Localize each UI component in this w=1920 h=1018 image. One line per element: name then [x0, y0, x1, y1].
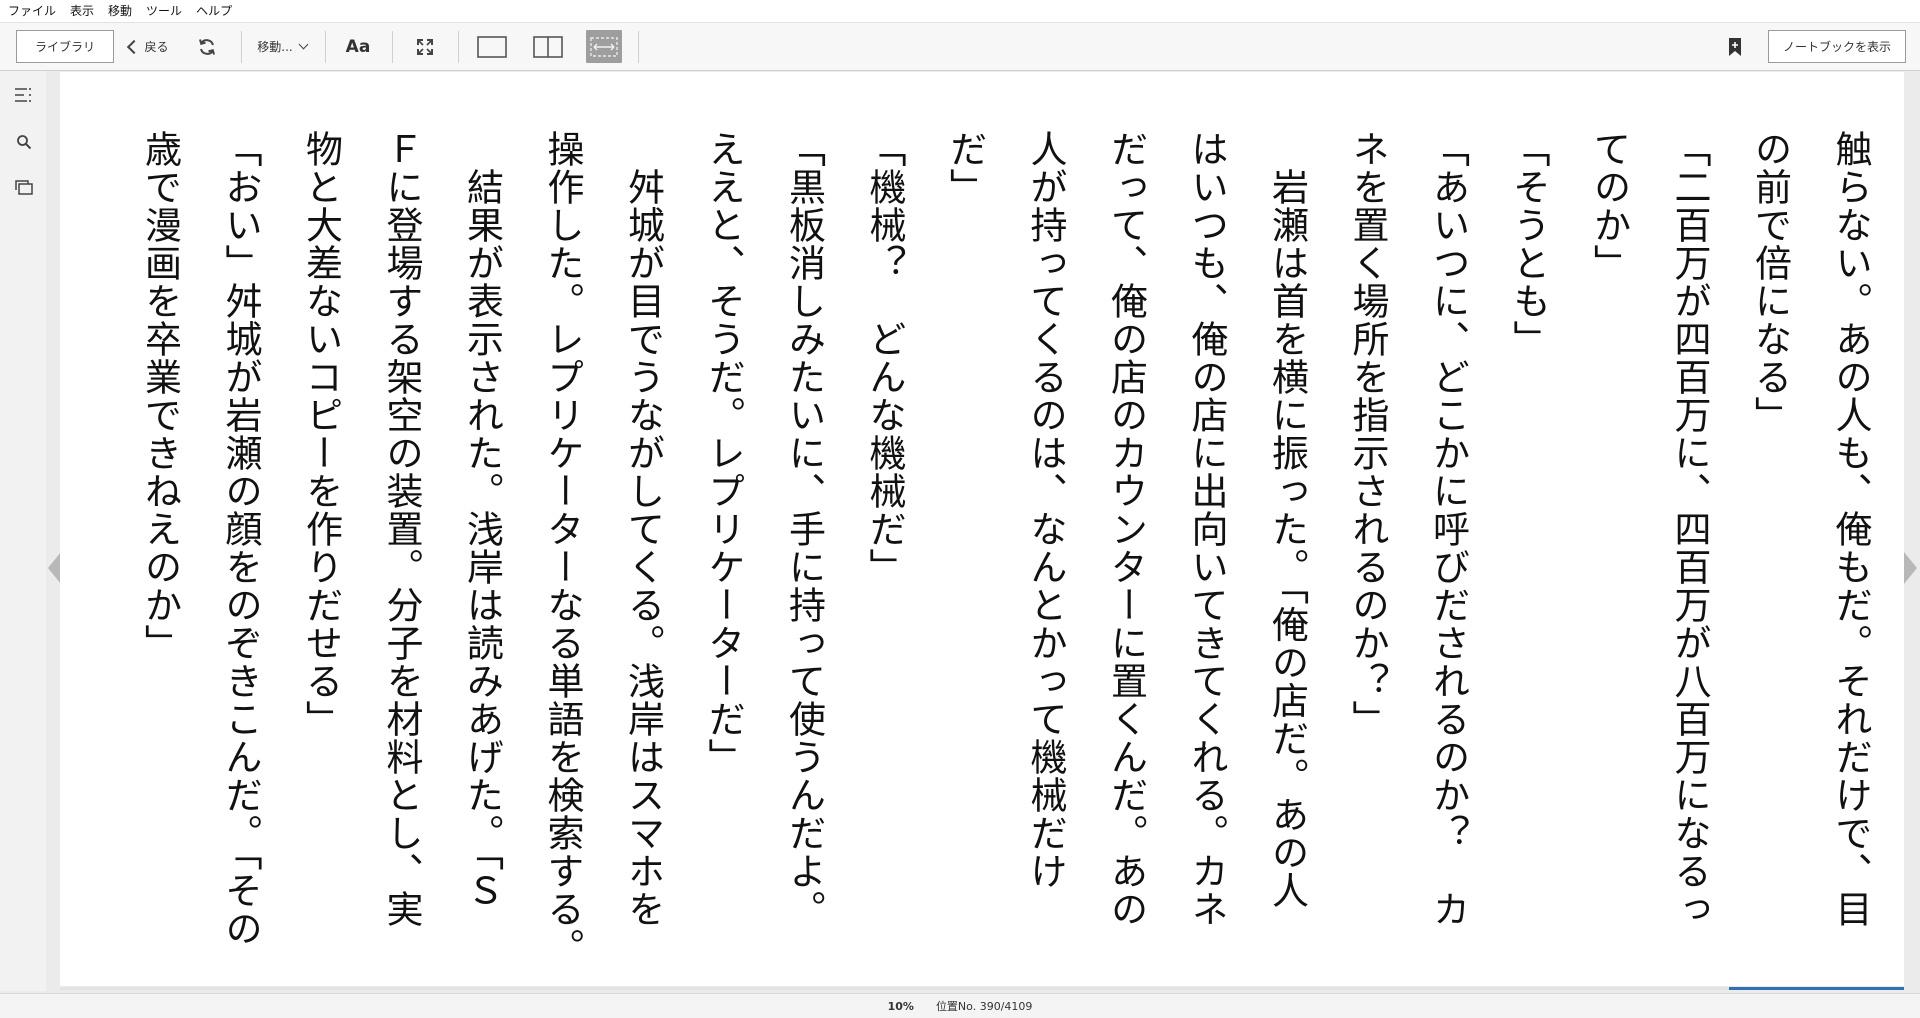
fit-width-icon [590, 36, 618, 57]
back-button[interactable]: 戻る [127, 23, 170, 70]
text-column: 「二百万が四百万に、四百万が八百万になるっ [1668, 130, 1711, 928]
location-indicator: 位置No. 390/4109 [935, 1000, 1033, 1013]
goto-menu-button[interactable]: 移動... [252, 23, 312, 70]
table-of-contents-icon [15, 88, 31, 102]
toolbar-divider [325, 31, 326, 63]
menu-bar: ファイル 表示 移動 ツール ヘルプ [0, 0, 1920, 23]
menu-view[interactable]: 表示 [63, 0, 101, 22]
single-page-view-button[interactable] [476, 23, 508, 70]
status-bar: 10% 位置No. 390/4109 [0, 993, 1920, 1018]
menu-tools[interactable]: ツール [139, 0, 189, 22]
toolbar: ライブラリ 戻る 移動... Aa ノートブックを表示 [0, 23, 1920, 71]
text-column: の前で倍になる」 [1748, 130, 1792, 434]
reading-page: 触らない。あの人も、俺もだ。それだけで、目 の前で倍になる」 「二百万が四百万に、四… [60, 72, 1904, 986]
font-settings-button[interactable]: Aa [340, 23, 376, 70]
text-column: 舛城が目でうながしてくる。浅岸はスマホを [621, 130, 665, 928]
text-column: 歳で漫画を卒業できねえのか」 [138, 130, 182, 662]
text-column: 「そうとも」 [1507, 130, 1550, 358]
text-column: だ」 [943, 130, 987, 206]
bookmark-add-icon [1729, 37, 1741, 56]
text-column: 結果が表示された。浅岸は読みあげた。「Ｓ [460, 130, 504, 910]
left-sidebar [0, 71, 46, 991]
text-column: 「黒板消しみたいに、手に持って使うんだよ。 [782, 130, 826, 928]
flashcards-button[interactable] [11, 175, 37, 199]
reading-progress-bar[interactable] [60, 987, 1904, 990]
text-column: Ｆに登場する架空の装置。分子を材料とし、実 [380, 130, 423, 928]
text-column: 操作した。レプリケーターなる単語を検索する。 [541, 130, 584, 960]
search-button[interactable] [11, 130, 37, 154]
text-column: 岩瀬は首を横に振った。「俺の店だ。あの人 [1265, 130, 1309, 910]
table-of-contents-button[interactable] [11, 83, 37, 107]
text-column: 触らない。あの人も、俺もだ。それだけで、目 [1829, 130, 1872, 928]
back-label: 戻る [144, 40, 169, 54]
menu-go[interactable]: 移動 [101, 0, 139, 22]
menu-help[interactable]: ヘルプ [189, 0, 239, 22]
toolbar-divider [392, 31, 393, 63]
text-column: はいつも、俺の店に出向いてきてくれる。カネ [1185, 130, 1228, 928]
text-column: てのか」 [1587, 130, 1631, 282]
fullscreen-icon [417, 38, 433, 55]
fullscreen-button[interactable] [411, 23, 439, 70]
text-column: だって、俺の店のカウンターに置くんだ。あの [1104, 130, 1148, 928]
toolbar-divider [458, 31, 459, 63]
reading-progress-fill [1728, 987, 1904, 990]
text-column: ええと、そうだ。レプリケーターだ」 [702, 130, 745, 776]
show-notebook-button[interactable]: ノートブックを表示 [1768, 30, 1906, 63]
two-page-icon [533, 35, 563, 58]
fit-width-view-button[interactable] [586, 30, 622, 63]
search-icon [17, 135, 32, 150]
toolbar-divider [638, 31, 639, 63]
text-column: 人が持ってくるのは、なんとかって機械だけ [1024, 130, 1067, 890]
chevron-down-icon [298, 39, 309, 50]
text-column: ネを置く場所を指示されるのか？」 [1346, 130, 1389, 738]
progress-percent: 10% [887, 999, 914, 1013]
cards-icon [15, 180, 33, 195]
text-column: 「おい」舛城が岩瀬の顔をのぞきこんだ。「その [219, 130, 262, 948]
sync-icon [199, 38, 215, 55]
toolbar-divider [241, 31, 242, 63]
next-page-arrow-icon[interactable] [1904, 552, 1917, 584]
chevron-left-icon [127, 39, 142, 54]
text-column: 物と大差ないコピーを作りだせる」 [299, 130, 343, 738]
sync-button[interactable] [194, 23, 220, 70]
bookmark-button[interactable] [1722, 23, 1748, 70]
two-page-view-button[interactable] [532, 23, 564, 70]
single-page-icon [477, 35, 507, 58]
library-button[interactable]: ライブラリ [16, 30, 114, 63]
menu-file[interactable]: ファイル [0, 0, 63, 22]
text-column: 「機械？ どんな機械だ」 [863, 130, 906, 586]
goto-label: 移動... [257, 40, 293, 54]
text-column: 「あいつに、どこかに呼びだされるのか？ カ [1426, 130, 1470, 928]
